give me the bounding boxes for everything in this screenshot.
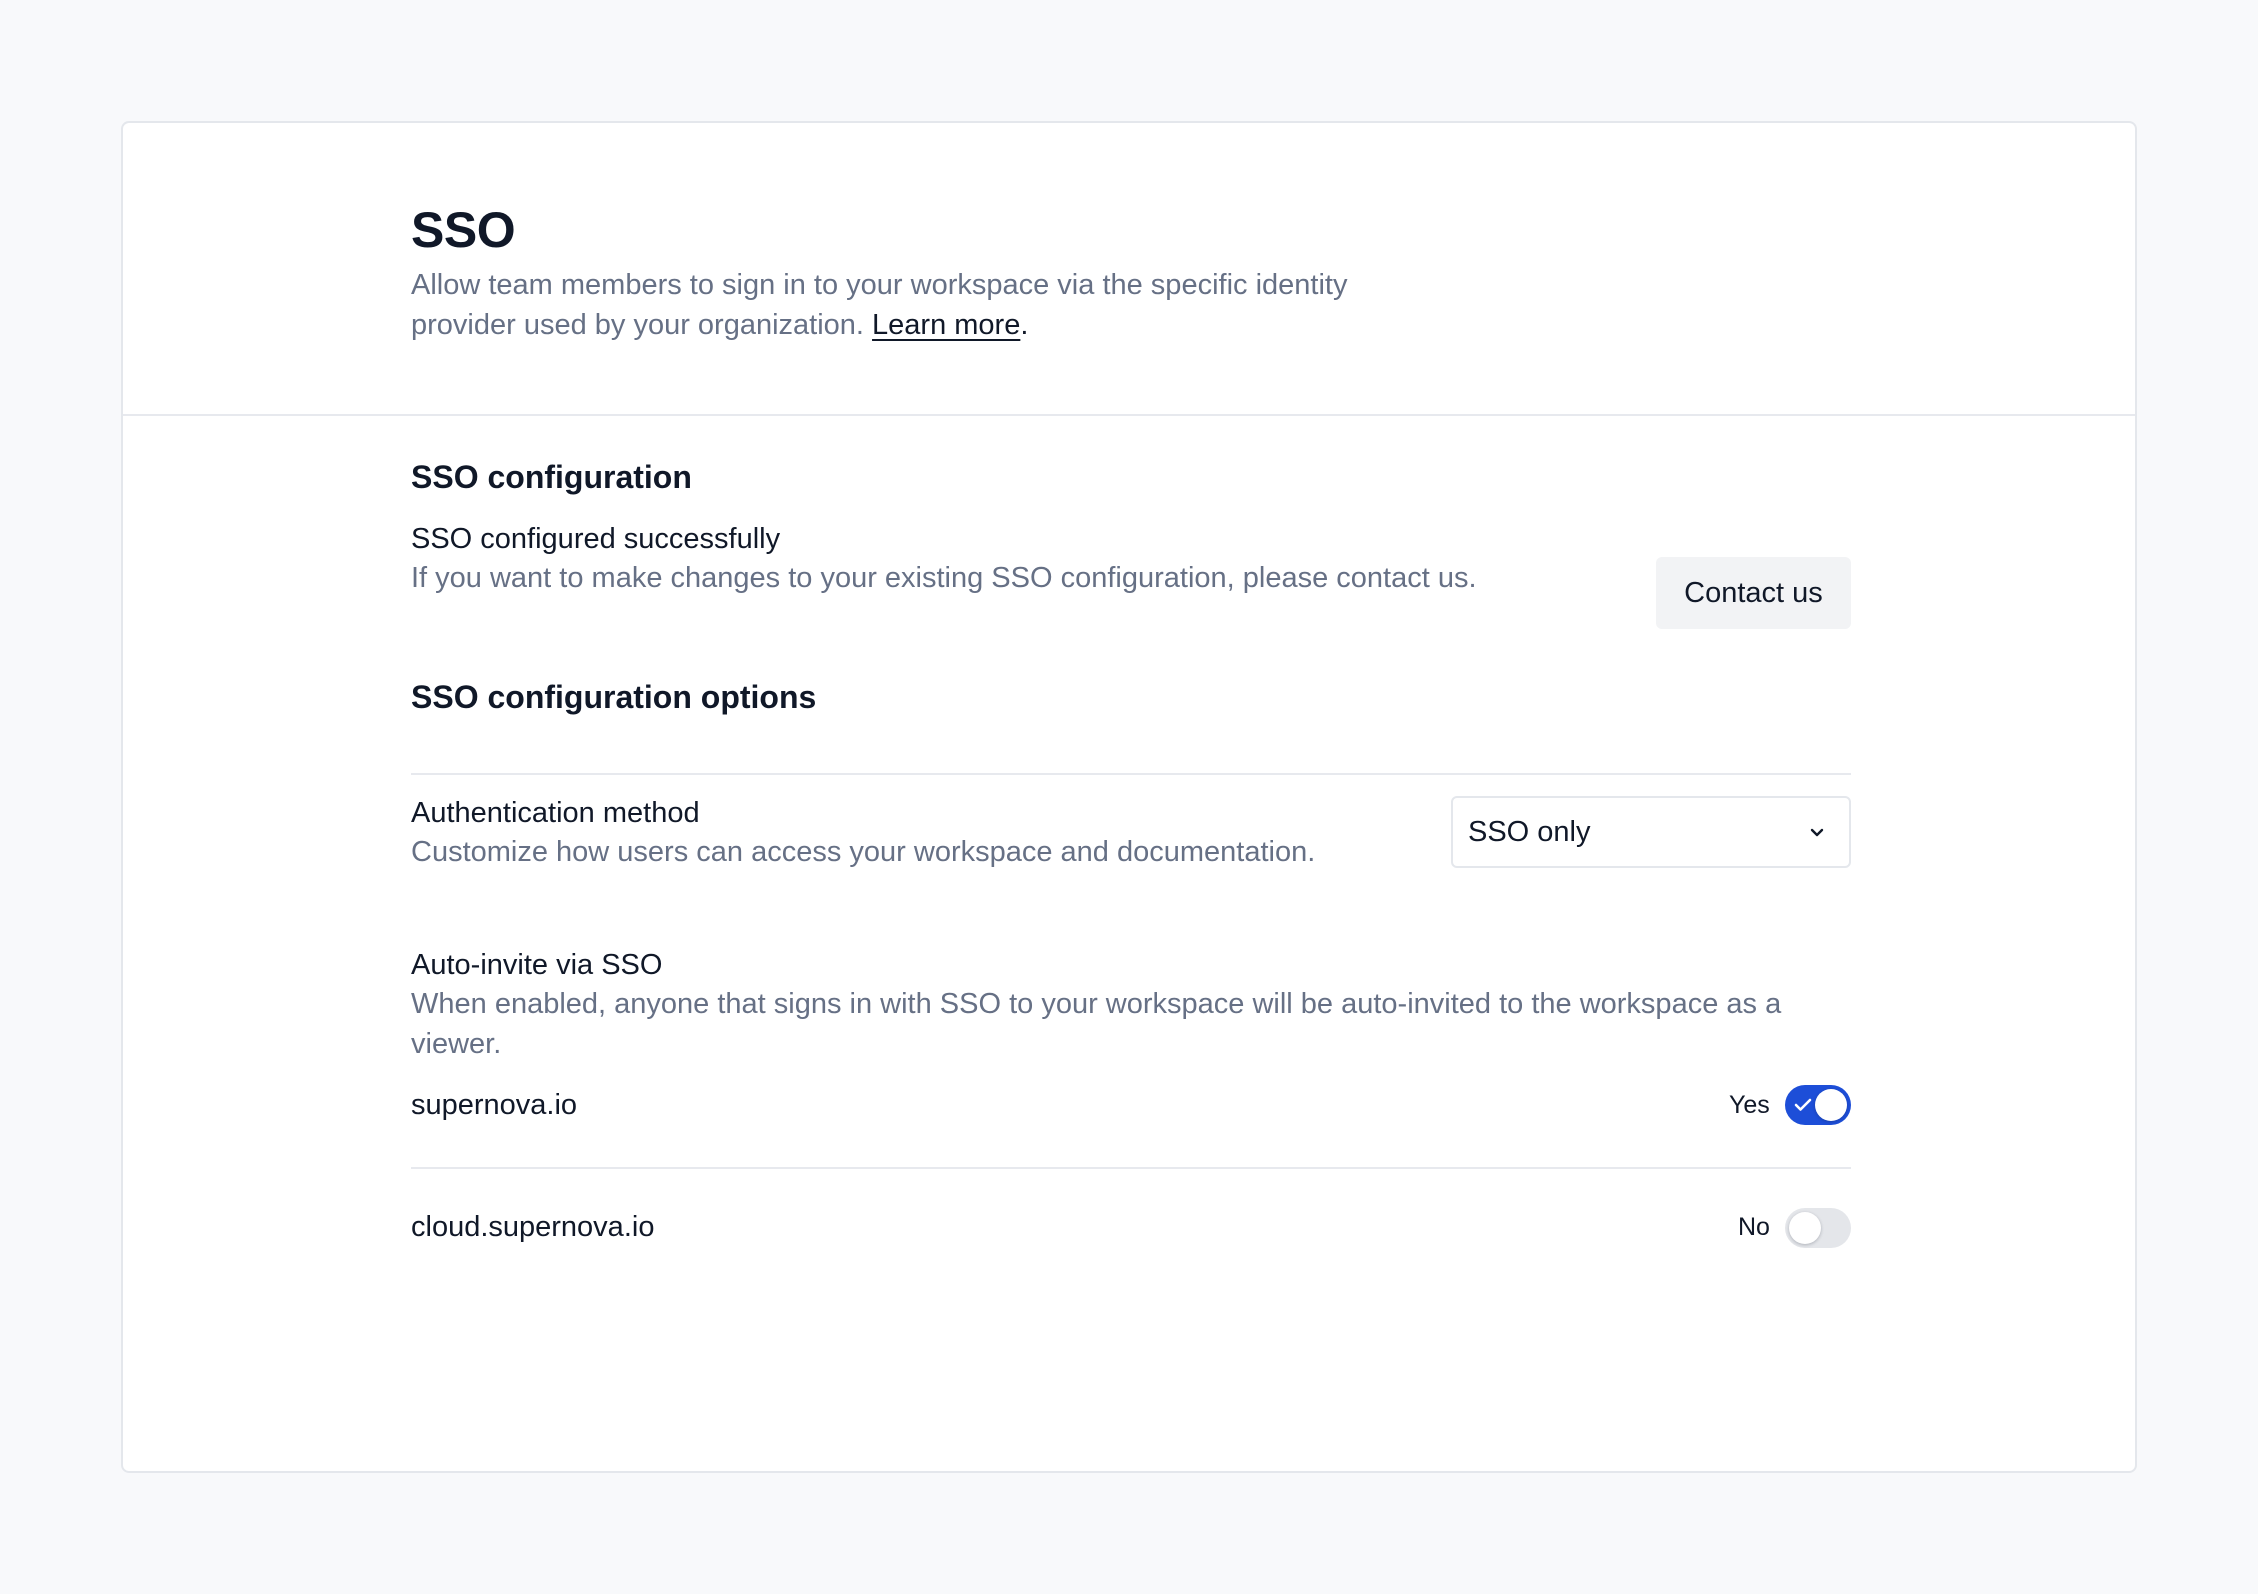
check-icon (1794, 1098, 1812, 1111)
auto-invite-toggle-supernova[interactable] (1785, 1085, 1851, 1125)
auth-method-selected-value: SSO only (1468, 816, 1591, 848)
sso-status-title: SSO configured successfully (411, 523, 781, 555)
toggle-state-label: Yes (1729, 1091, 1770, 1119)
domain-name: supernova.io (411, 1089, 578, 1121)
page-description-period: . (1020, 309, 1029, 341)
sso-configuration-heading: SSO configuration (411, 459, 692, 495)
auth-method-title: Authentication method (411, 797, 700, 829)
toggle-knob (1789, 1212, 1821, 1244)
toggle-state-label: No (1738, 1213, 1770, 1241)
sso-options-heading: SSO configuration options (411, 679, 817, 715)
sso-settings-card: SSO Allow team members to sign in to you… (121, 121, 2137, 1473)
page-title: SSO (411, 202, 516, 258)
domain-name: cloud.supernova.io (411, 1211, 655, 1243)
contact-us-button[interactable]: Contact us (1656, 557, 1851, 629)
domain-divider (411, 1167, 1851, 1169)
page-header: SSO Allow team members to sign in to you… (123, 123, 2135, 416)
learn-more-link[interactable]: Learn more (872, 309, 1020, 341)
chevron-down-icon (1810, 828, 1824, 837)
auto-invite-toggle-cloud-supernova[interactable] (1785, 1208, 1851, 1248)
auto-invite-title: Auto-invite via SSO (411, 949, 663, 981)
auth-method-select[interactable]: SSO only (1451, 796, 1851, 868)
options-divider (411, 773, 1851, 775)
page-description: Allow team members to sign in to your wo… (411, 265, 1431, 345)
auth-method-description: Customize how users can access your work… (411, 836, 1316, 868)
toggle-knob (1815, 1089, 1847, 1121)
sso-status-description: If you want to make changes to your exis… (411, 562, 1477, 594)
auto-invite-description: When enabled, anyone that signs in with … (411, 988, 1782, 1060)
